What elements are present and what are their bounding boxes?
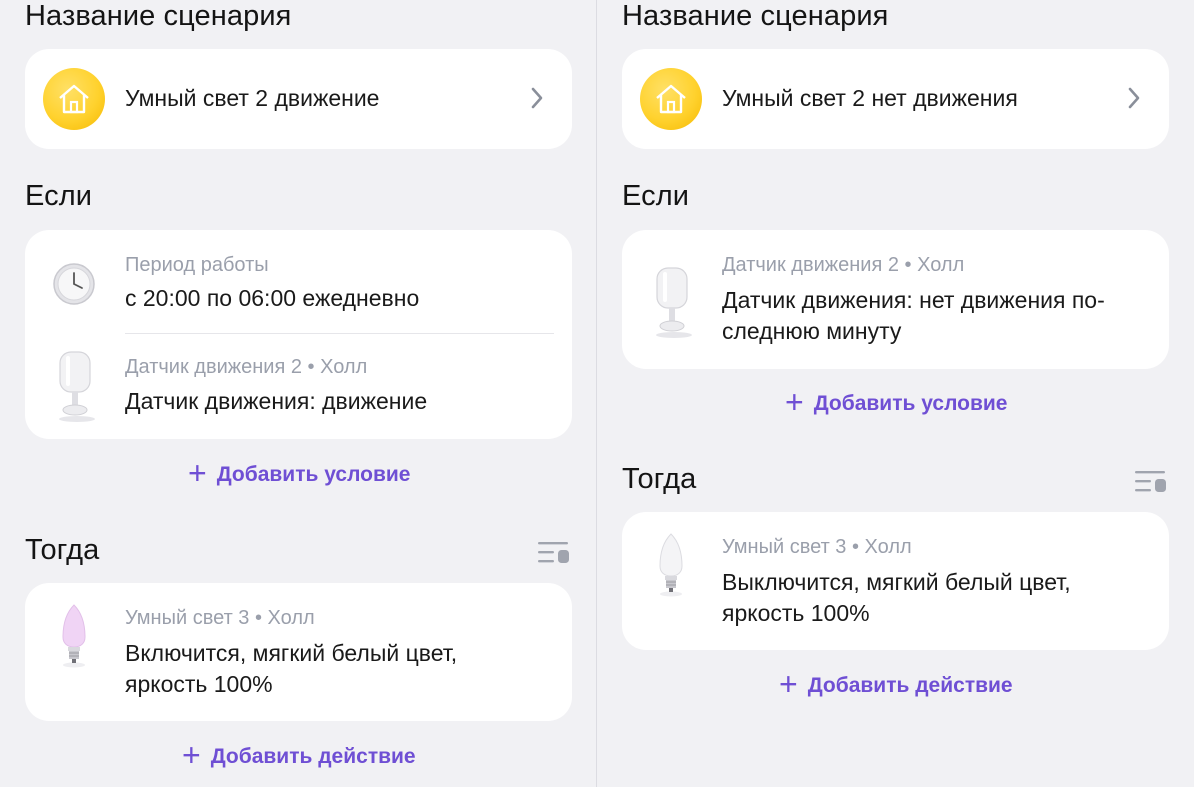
add-condition-label: Добавить условие [216,462,411,486]
light-bulb-icon [62,604,86,668]
divider [125,333,554,334]
add-action-button[interactable]: + Добавить действие [779,666,1013,702]
plus-icon: + [188,455,207,491]
scenario-panel-left: Название сценария Умный свет 2 движение … [0,0,597,787]
plus-icon: + [779,666,798,702]
then-heading: Тогда [25,534,100,566]
add-action-label: Добавить действие [210,744,416,768]
add-condition-label: Добавить условие [813,391,1008,415]
action-text-line2: яркость 100% [722,600,870,626]
action-card[interactable]: Умный свет 3 • Холл Включится, мягкий бе… [25,583,572,721]
scenario-name-heading: Название сценария [622,0,889,32]
condition-text: с 20:00 по 06:00 ежедневно [125,285,420,311]
conditions-card: Датчик движения 2 • Холл Датчик движения… [622,230,1169,369]
action-text-line1: Выключится, мягкий белый цвет, [722,569,1071,595]
action-text-line1: Включится, мягкий белый цвет, [125,640,458,666]
list-settings-icon[interactable] [1134,470,1168,494]
action-subtitle: Умный свет 3 • Холл [722,536,912,558]
action-text-line2: яркость 100% [125,671,273,697]
light-bulb-icon [659,533,683,597]
scenario-name-heading: Название сценария [25,0,292,32]
list-settings-icon[interactable] [537,541,571,565]
if-heading: Если [622,180,690,212]
plus-icon: + [182,737,201,773]
then-heading: Тогда [622,463,697,495]
condition-subtitle: Датчик движения 2 • Холл [125,356,368,378]
add-action-label: Добавить действие [807,673,1013,697]
scenario-name-card[interactable]: Умный свет 2 нет движения [622,49,1169,149]
scenario-panel-right: Название сценария Умный свет 2 нет движе… [597,0,1194,787]
if-heading: Если [25,180,93,212]
conditions-card: Период работы с 20:00 по 06:00 ежедневно… [25,230,572,439]
clock-icon [53,263,95,305]
add-condition-button[interactable]: + Добавить условие [785,384,1008,420]
condition-text-line2: следнюю минуту [722,318,902,344]
motion-sensor-icon [656,267,692,338]
scenario-name-card[interactable]: Умный свет 2 движение [25,49,572,149]
motion-sensor-icon [59,351,95,422]
condition-subtitle: Период работы [125,254,269,276]
plus-icon: + [785,384,804,420]
scenario-name-value: Умный свет 2 движение [125,85,380,111]
chevron-right-icon [531,87,543,109]
add-condition-button[interactable]: + Добавить условие [188,455,411,491]
condition-text-line1: Датчик движения: нет движения по- [722,287,1105,313]
house-icon [43,68,105,130]
condition-text: Датчик движения: движение [125,388,428,414]
add-action-button[interactable]: + Добавить действие [182,737,416,773]
scenario-name-value: Умный свет 2 нет движения [722,85,1018,111]
action-card[interactable]: Умный свет 3 • Холл Выключится, мягкий б… [622,512,1169,650]
house-icon [640,68,702,130]
action-subtitle: Умный свет 3 • Холл [125,607,315,629]
chevron-right-icon [1128,87,1140,109]
condition-subtitle: Датчик движения 2 • Холл [722,254,965,276]
